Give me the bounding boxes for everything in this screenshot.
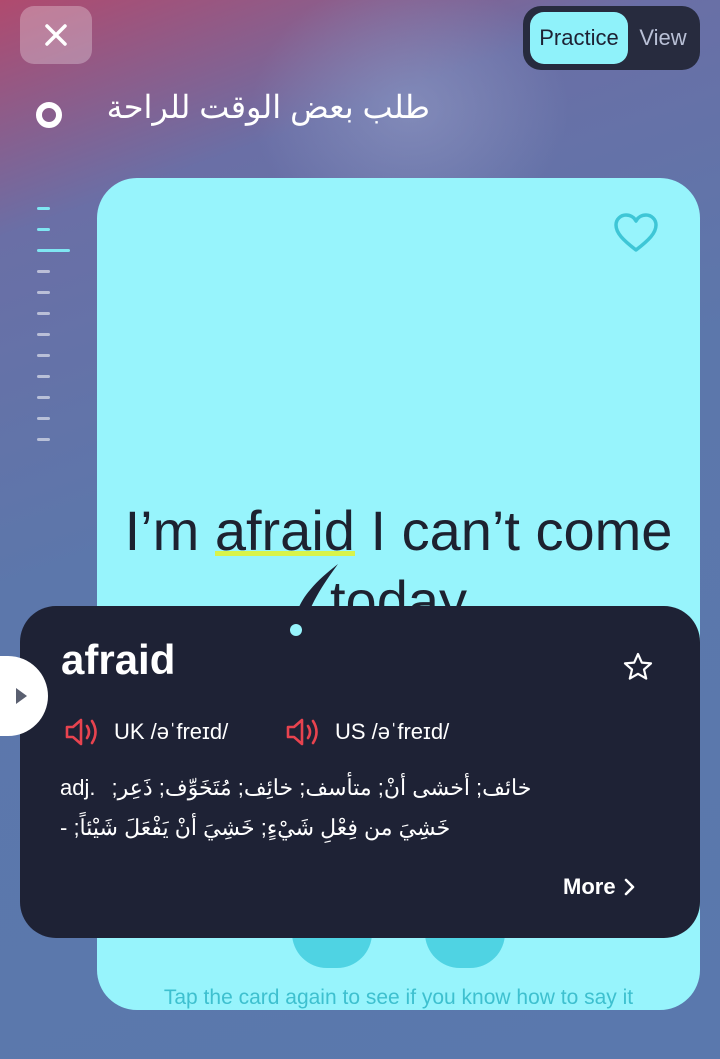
us-pronunciation[interactable]: US /əˈfreɪd/ — [285, 716, 449, 748]
definition-line: adj. خائف; أخشى أنْ; متأسف; خائِف; مُتَخ… — [60, 768, 620, 808]
uk-pronunciation-label: UK /əˈfreɪd/ — [114, 719, 229, 744]
speaker-icon — [65, 718, 97, 746]
play-icon — [16, 688, 27, 704]
progress-step — [37, 417, 50, 420]
more-button[interactable]: More — [563, 874, 636, 900]
progress-step — [37, 249, 70, 252]
progress-step — [37, 312, 50, 315]
practice-tab[interactable]: Practice — [530, 12, 628, 64]
progress-step — [37, 396, 50, 399]
heart-icon[interactable] — [613, 212, 659, 254]
progress-step — [37, 333, 50, 336]
progress-step — [37, 270, 50, 273]
card-hint: Tap the card again to see if you know ho… — [163, 986, 634, 1009]
definition-line: خَشِيَ من فِعْلِ شَيْءٍ; خَشِيَ أنْ يَفْ… — [60, 808, 620, 848]
progress-step — [37, 207, 50, 210]
highlighted-word[interactable]: afraid — [215, 499, 355, 562]
mode-toggle: Practice View — [523, 6, 700, 70]
definitions: adj. خائف; أخشى أنْ; متأسف; خائِف; مُتَخ… — [60, 768, 620, 848]
popup-pointer-icon — [290, 564, 338, 640]
view-tab[interactable]: View — [633, 12, 693, 64]
progress-step — [37, 291, 50, 294]
progress-step — [37, 438, 50, 441]
uk-pronunciation[interactable]: UK /əˈfreɪd/ — [64, 716, 228, 748]
definition-text: خائف; أخشى أنْ; متأسف; خائِف; مُتَخَوِّف… — [111, 775, 532, 800]
chevron-right-icon — [624, 878, 634, 896]
more-label: More — [563, 874, 616, 899]
lesson-title: طلب بعض الوقت للراحة — [106, 89, 430, 125]
close-button[interactable] — [20, 6, 92, 64]
us-pronunciation-label: US /əˈfreɪd/ — [335, 719, 450, 744]
dictionary-word: afraid — [61, 636, 176, 683]
progress-step — [37, 228, 50, 231]
close-icon — [45, 24, 67, 46]
sentence-before: I’m — [124, 499, 215, 562]
part-of-speech: adj. — [60, 775, 96, 800]
lesson-indicator-icon — [36, 102, 62, 128]
speaker-icon — [286, 718, 318, 746]
star-icon[interactable] — [622, 651, 654, 683]
progress-step — [37, 354, 50, 357]
definition-text: خَشِيَ من فِعْلِ شَيْءٍ; خَشِيَ أنْ يَفْ… — [60, 815, 451, 840]
progress-step — [37, 375, 50, 378]
